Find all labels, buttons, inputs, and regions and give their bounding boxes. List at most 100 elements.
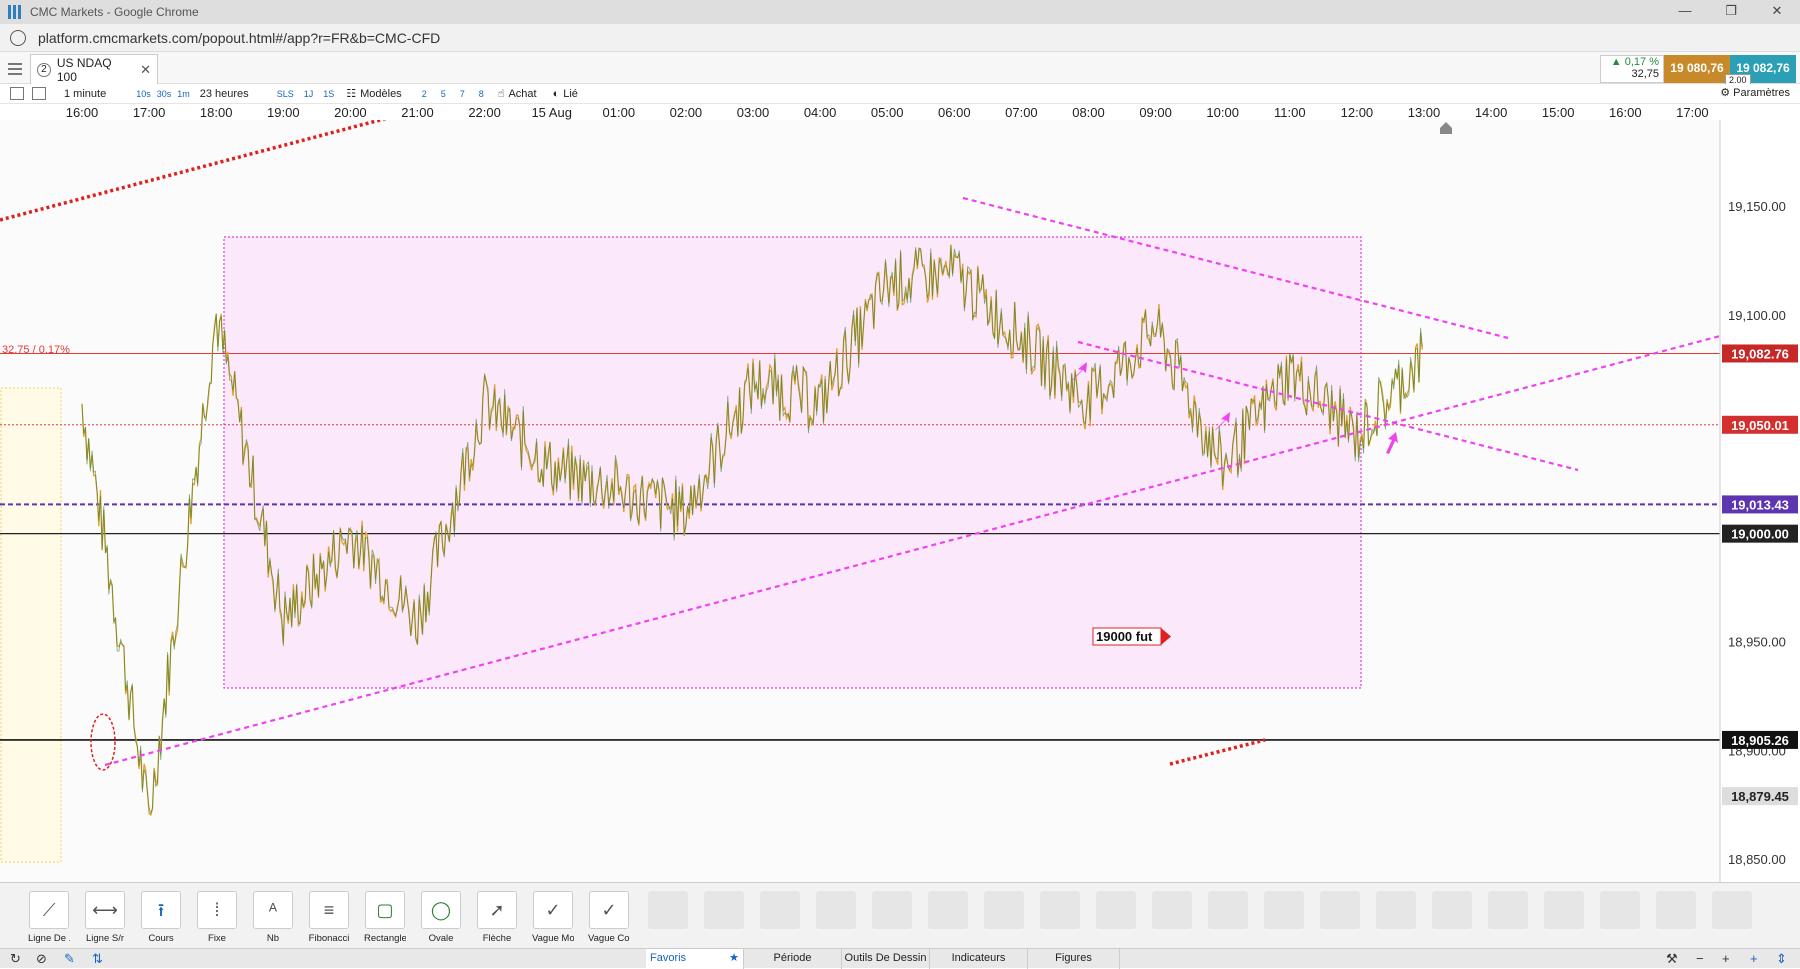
templates-icon[interactable]: ☷	[346, 87, 356, 100]
list-view-icon[interactable]	[10, 87, 24, 100]
fut-annotation[interactable]: 19000 fut	[1092, 627, 1171, 646]
tab-indicateurs[interactable]: Indicateurs	[930, 949, 1028, 969]
tool-3[interactable]: ⁞ Fixe	[196, 891, 238, 944]
empty-tool-slot[interactable]	[816, 891, 856, 929]
empty-tool-slot[interactable]	[984, 891, 1024, 929]
time-axis-label: 17:00	[132, 105, 166, 120]
close-button[interactable]: ✕	[1754, 0, 1800, 24]
tool-9[interactable]: ✓ Vague Mo...	[532, 891, 574, 944]
buy-button[interactable]: Achat	[508, 88, 536, 100]
template-5[interactable]: 5	[441, 89, 446, 99]
price-tag-label: 18,879.45	[1731, 789, 1789, 804]
tool-label: Nb	[266, 933, 280, 944]
sell-price-button[interactable]: 19 080,76	[1664, 55, 1730, 83]
minimize-button[interactable]: —	[1662, 0, 1708, 24]
layout-icon[interactable]	[32, 87, 46, 100]
tab-favoris[interactable]: Favoris ★	[646, 949, 744, 969]
link-icon[interactable]: ◐	[553, 88, 560, 100]
price-change: ▲ 0,17 % 32,75	[1600, 55, 1664, 83]
empty-tool-slot[interactable]	[928, 891, 968, 929]
block-icon[interactable]: ⊘	[36, 951, 47, 967]
price-tag-label: 19,000.00	[1731, 527, 1789, 542]
empty-tool-slot[interactable]	[1376, 891, 1416, 929]
tool-4[interactable]: ᴬ Nb	[252, 891, 294, 944]
empty-tool-slot[interactable]	[872, 891, 912, 929]
empty-tool-slot[interactable]	[1488, 891, 1528, 929]
time-axis-label: 20:00	[334, 105, 367, 120]
tool-label: Ligne S/r	[85, 933, 125, 944]
tool-icon: ᴬ	[253, 891, 293, 929]
crosshair-icon[interactable]: +	[1750, 951, 1758, 966]
zoom-out-icon[interactable]: −	[1696, 951, 1704, 966]
tool-label: Ligne De ...	[28, 933, 70, 944]
range-1j[interactable]: 1J	[304, 89, 314, 99]
empty-tool-slot[interactable]	[1208, 891, 1248, 929]
tool-1[interactable]: ⟷ Ligne S/r	[84, 891, 126, 944]
empty-tool-slot[interactable]	[1600, 891, 1640, 929]
empty-tool-slot[interactable]	[1544, 891, 1584, 929]
templates-button[interactable]: Modèles	[360, 88, 402, 100]
url-text[interactable]: platform.cmcmarkets.com/popout.html#/app…	[38, 30, 440, 46]
instrument-tab[interactable]: 2 US NDAQ 100 ✕	[30, 54, 158, 84]
pencil-icon[interactable]: ✎	[64, 951, 75, 967]
address-bar[interactable]: platform.cmcmarkets.com/popout.html#/app…	[0, 24, 1800, 52]
tool-7[interactable]: ◯ Ovale	[420, 891, 462, 944]
range-select[interactable]: 23 heures	[200, 88, 249, 100]
tool-8[interactable]: ➚ Flèche	[476, 891, 518, 944]
empty-tool-slot[interactable]	[760, 891, 800, 929]
time-axis-label: 04:00	[803, 105, 837, 120]
tool-6[interactable]: ▢ Rectangle	[364, 891, 406, 944]
interval-30s[interactable]: 30s	[157, 89, 172, 99]
tab-periode[interactable]: Période	[744, 949, 842, 969]
empty-tool-slot[interactable]	[1264, 891, 1304, 929]
tool-10[interactable]: ✓ Vague Co...	[588, 891, 630, 944]
refresh-icon[interactable]: ↻	[10, 951, 21, 967]
empty-tool-slot[interactable]	[1152, 891, 1192, 929]
empty-tool-slot[interactable]	[1040, 891, 1080, 929]
time-axis-label: 10:00	[1206, 105, 1239, 120]
interval-select[interactable]: 1 minute	[64, 88, 106, 100]
tab-outils-de-dessin[interactable]: Outils De Dessin	[842, 949, 930, 969]
tool-label: Cours	[148, 933, 174, 944]
empty-tool-slot[interactable]	[1320, 891, 1360, 929]
tool-5[interactable]: ≡ Fibonacci	[308, 891, 350, 944]
fit-icon[interactable]: ⇕	[1776, 951, 1787, 967]
empty-tool-slot[interactable]	[648, 891, 688, 929]
cursor-icon[interactable]: ⇅	[92, 951, 103, 967]
menu-icon[interactable]	[6, 60, 24, 76]
linked-button[interactable]: Lié	[563, 88, 578, 100]
tool-label: Flèche	[482, 933, 512, 944]
site-info-icon[interactable]	[10, 29, 26, 46]
template-2[interactable]: 2	[422, 89, 427, 99]
empty-tool-slot[interactable]	[704, 891, 744, 929]
range-1s[interactable]: 1S	[323, 89, 334, 99]
tab-figures[interactable]: Figures	[1028, 949, 1120, 969]
tool-2[interactable]: ⭱ Cours	[140, 891, 182, 944]
time-axis-label: 08:00	[1072, 105, 1105, 120]
interval-10s[interactable]: 10s	[136, 89, 151, 99]
price-chart[interactable]: 32.75 / 0.17% 19000 fut 19,150.00 19,100.…	[0, 98, 1800, 882]
gear-icon: ⚙	[1720, 87, 1731, 99]
template-8[interactable]: 8	[479, 89, 484, 99]
empty-tool-slot[interactable]	[1096, 891, 1136, 929]
interval-1m[interactable]: 1m	[177, 89, 190, 99]
empty-tool-slot[interactable]	[1656, 891, 1696, 929]
tools-icon[interactable]: ⚒	[1666, 951, 1678, 967]
time-axis-label: 09:00	[1139, 105, 1172, 120]
time-axis-label: 17:00	[1676, 105, 1709, 120]
tool-label: Vague Co...	[588, 933, 630, 944]
settings-button[interactable]: ⚙ Paramètres	[1720, 86, 1790, 99]
buy-hand-icon[interactable]: ☝	[498, 87, 505, 100]
empty-tool-slot[interactable]	[1432, 891, 1472, 929]
close-tab-icon[interactable]: ✕	[140, 62, 151, 78]
drawing-tools-bar: ⟋ Ligne De ... ⟷ Ligne S/r ⭱ Cours ⁞ Fixe ᴬ Nb ≡ Fi…	[0, 882, 1800, 950]
time-axis-label: 18:00	[199, 105, 233, 120]
time-axis-label: 12:00	[1340, 105, 1374, 120]
tool-0[interactable]: ⟋ Ligne De ...	[28, 891, 70, 944]
zoom-in-icon[interactable]: +	[1722, 951, 1730, 966]
range-sls[interactable]: SLS	[277, 89, 294, 99]
template-7[interactable]: 7	[460, 89, 465, 99]
restore-button[interactable]: ❐	[1708, 0, 1754, 24]
price-chart-svg[interactable]: 32.75 / 0.17% 19000 fut 19,150.00 19,100.…	[0, 98, 1800, 882]
empty-tool-slot[interactable]	[1712, 891, 1752, 929]
